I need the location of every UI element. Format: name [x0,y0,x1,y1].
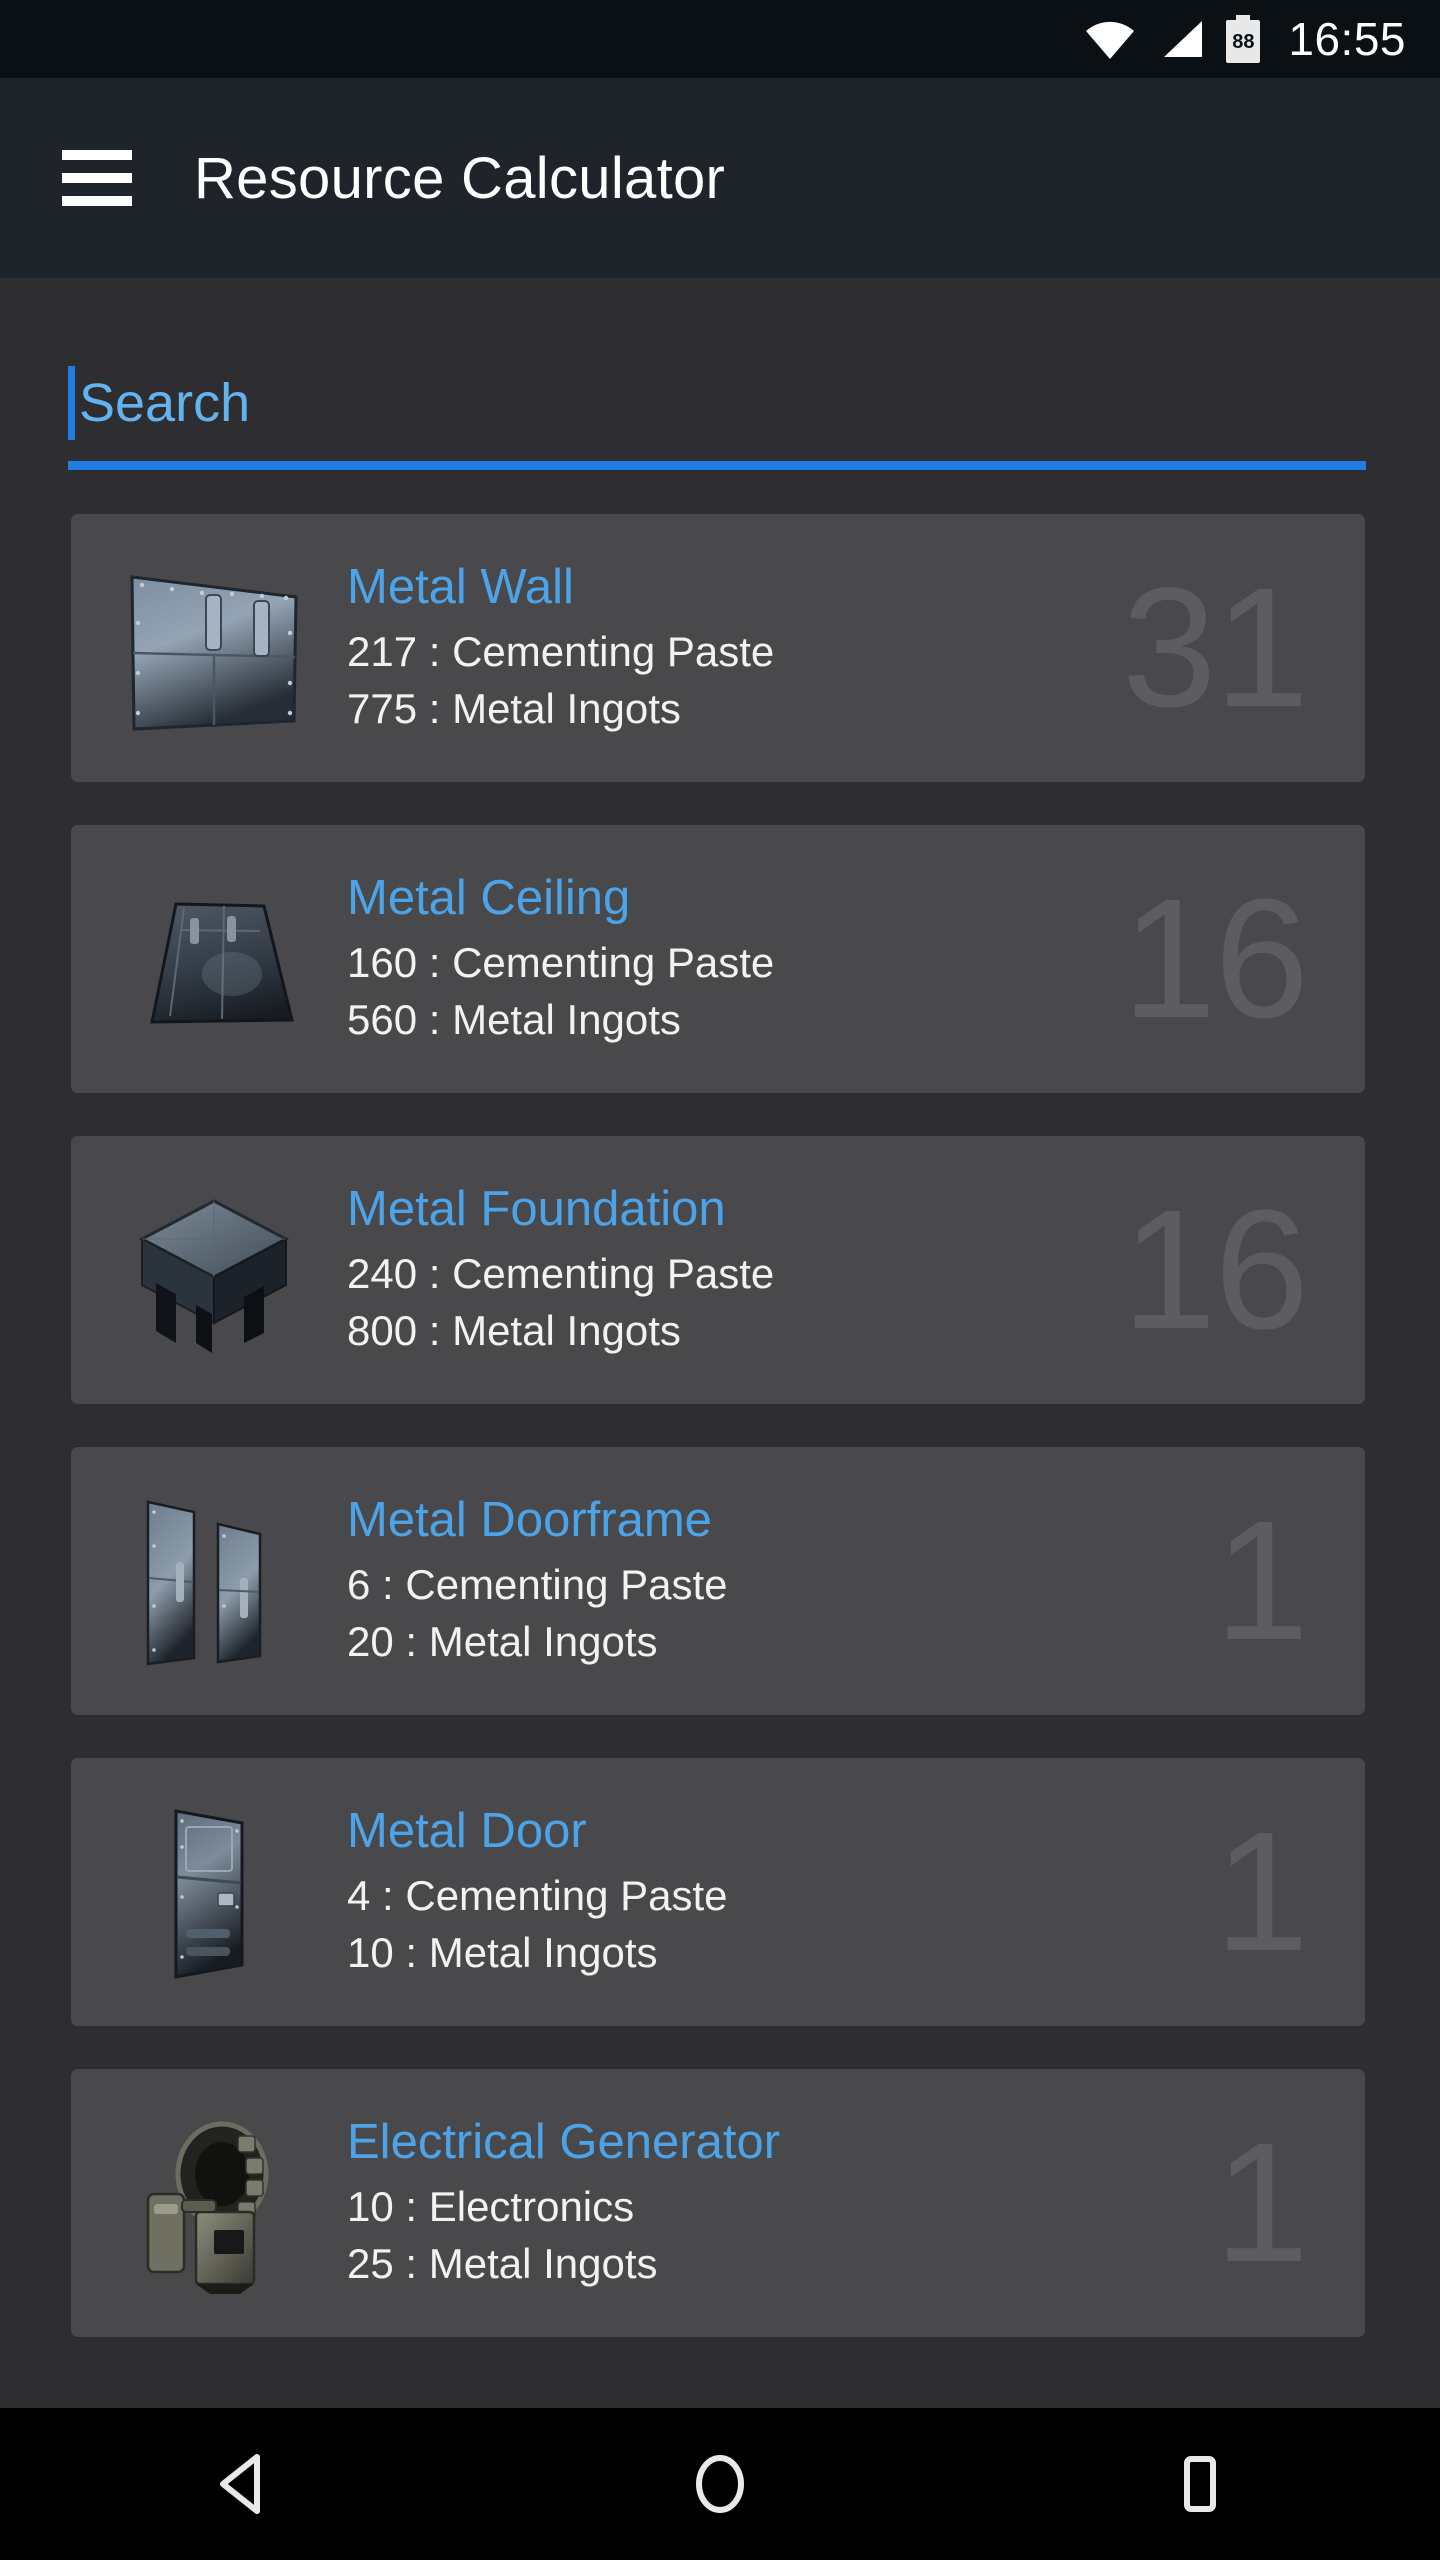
status-time: 16:55 [1288,13,1406,65]
item-title: Metal Door [347,1803,587,1858]
item-resource-line: 10 : Electronics [347,2182,635,2230]
list-item[interactable]: Metal Foundation 240 : Cementing Paste 8… [71,1136,1365,1404]
item-resource-line: 560 : Metal Ingots [347,995,681,1043]
item-title: Electrical Generator [347,2114,781,2169]
item-resource-line: 240 : Cementing Paste [347,1249,775,1297]
search-container[interactable]: Search [68,360,1366,470]
item-details: Metal Foundation 240 : Cementing Paste 8… [347,1181,1365,1359]
hamburger-menu-icon[interactable] [62,150,132,206]
item-resource-line: 6 : Cementing Paste [347,1560,728,1608]
home-circle-icon[interactable] [630,2408,810,2560]
item-resource-line: 25 : Metal Ingots [347,2239,658,2287]
item-details: Metal Doorframe 6 : Cementing Paste 20 :… [347,1492,1365,1670]
list-item[interactable]: Metal Doorframe 6 : Cementing Paste 20 :… [71,1447,1365,1715]
metal-foundation-icon [89,1155,339,1385]
app-bar: Resource Calculator [0,78,1440,278]
search-underline [68,461,1366,470]
recents-square-icon[interactable] [1110,2408,1290,2560]
page-title: Resource Calculator [194,145,726,211]
list-item[interactable]: Metal Wall 217 : Cementing Paste 775 : M… [71,514,1365,782]
list-item[interactable]: Electrical Generator 10 : Electronics 25… [71,2069,1365,2337]
battery-level-text: 88 [1232,30,1255,53]
item-details: Electrical Generator 10 : Electronics 25… [347,2114,1365,2292]
wifi-icon [1084,19,1136,59]
back-triangle-icon[interactable] [150,2408,330,2560]
content-area: Search Metal Wall 217: Cementing Paste … [0,278,1440,2408]
metal-wall-icon [89,533,339,763]
item-details: Metal Ceiling 160 : Cementing Paste 560 … [347,870,1365,1048]
search-placeholder-text: Search [79,373,251,433]
item-list: Metal Wall 217 : Cementing Paste 775 : M… [0,514,1440,2380]
status-bar: 88 16:55 [0,0,1440,78]
item-resource-line: 775 : Metal Ingots [347,684,681,732]
cell-signal-icon [1158,19,1204,59]
item-resource-line: 4 : Cementing Paste [347,1871,728,1919]
item-details: Metal Wall 217 : Cementing Paste 775 : M… [347,559,1365,737]
item-title: Metal Ceiling [347,870,631,925]
item-title: Metal Foundation [347,1181,726,1236]
item-details: Metal Door 4 : Cementing Paste 10 : Meta… [347,1803,1365,1981]
metal-door-icon [89,1777,339,2007]
electrical-generator-icon [89,2088,339,2318]
item-resource-line: 20 : Metal Ingots [347,1617,658,1665]
item-resource-line: 160 : Cementing Paste [347,938,775,986]
text-caret [68,366,75,440]
item-resource-line: 217 : Cementing Paste [347,627,775,675]
list-item[interactable]: Metal Ceiling 160 : Cementing Paste 560 … [71,825,1365,1093]
search-input[interactable]: Search [68,360,1366,446]
battery-icon: 88 [1226,15,1261,63]
metal-doorframe-icon [89,1466,339,1696]
item-title: Metal Doorframe [347,1492,712,1547]
metal-ceiling-icon [89,844,339,1074]
android-navigation-bar [0,2408,1440,2560]
item-resource-line: 800 : Metal Ingots [347,1306,681,1354]
item-resource-line: 10 : Metal Ingots [347,1928,658,1976]
item-title: Metal Wall [347,559,574,614]
list-item[interactable]: Metal Door 4 : Cementing Paste 10 : Meta… [71,1758,1365,2026]
